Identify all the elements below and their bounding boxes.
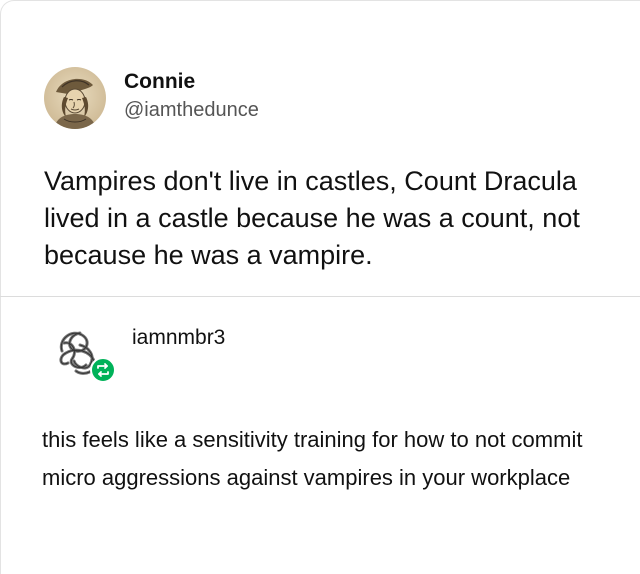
author-name[interactable]: Connie: [124, 70, 195, 94]
avatar[interactable]: [44, 67, 106, 129]
author-handle[interactable]: @iamthedunce: [124, 99, 259, 122]
reblog-text: this feels like a sensitivity training f…: [42, 427, 583, 490]
post-text: Vampires don't live in castles, Count Dr…: [44, 166, 580, 270]
original-post: Connie @iamthedunce Vampires don't live …: [0, 0, 640, 296]
portrait-image: [44, 67, 106, 129]
reblog-post: iamnmbr3 this feels like a sensitivity t…: [0, 297, 640, 574]
reblog-icon: [90, 357, 116, 383]
reblogger-name[interactable]: iamnmbr3: [132, 326, 225, 350]
